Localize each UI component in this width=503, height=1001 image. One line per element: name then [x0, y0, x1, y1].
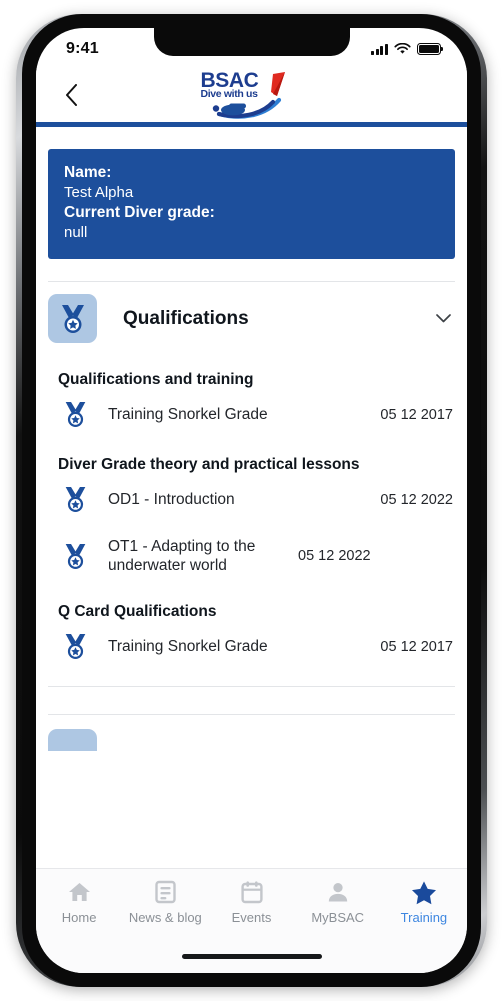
tab-events[interactable]: Events	[208, 879, 294, 925]
list-item-label: Training Snorkel Grade	[108, 406, 268, 423]
notch	[153, 28, 350, 56]
tab-label: Home	[61, 910, 97, 925]
chevron-down-icon	[435, 314, 451, 323]
name-value: Test Alpha	[64, 184, 134, 201]
calendar-icon	[240, 881, 263, 904]
group-title: Diver Grade theory and practical lessons	[58, 456, 360, 473]
list-item-label: OT1 - Adapting to the underwater world	[108, 538, 256, 574]
divider	[48, 714, 455, 715]
bsac-diver-swoosh-logo	[212, 72, 285, 119]
tab-training[interactable]: Training	[381, 879, 467, 925]
phone-mockup: 9:41 BSAC Dive with us Name: Test Alpha …	[0, 0, 503, 1001]
name-label: Name:	[64, 164, 112, 181]
wifi-icon	[394, 43, 411, 54]
logo-tagline: Dive with us	[200, 88, 258, 100]
home-icon	[68, 883, 90, 901]
back-chevron-icon	[65, 84, 77, 106]
tab-label: News & blog	[128, 910, 202, 925]
list-item-label: Training Snorkel Grade	[108, 638, 268, 655]
star-icon	[411, 880, 436, 904]
diver-grade-value: null	[64, 224, 88, 241]
list-item-date: 05 12 2017	[380, 406, 453, 423]
next-section-icon-tile	[48, 729, 97, 751]
battery-full-icon	[417, 43, 444, 55]
group-title: Qualifications and training	[58, 371, 254, 388]
back-button[interactable]	[54, 78, 88, 112]
tab-label: Events	[231, 910, 272, 925]
tab-label: MyBSAC	[311, 910, 365, 925]
tab-mybsac[interactable]: MyBSAC	[295, 879, 381, 925]
home-indicator	[181, 954, 322, 959]
cellular-signal-icon	[371, 43, 388, 55]
article-icon	[155, 880, 176, 904]
medal-icon	[65, 402, 85, 427]
group-title: Q Card Qualifications	[58, 603, 217, 620]
list-item-date: 05 12 2022	[298, 548, 371, 564]
divider	[48, 686, 455, 687]
list-item[interactable]: Training Snorkel Grade 05 12 2017	[36, 389, 467, 440]
medal-icon	[65, 487, 85, 512]
bsac-logo: BSAC Dive with us	[36, 70, 467, 122]
medal-icon-wrap	[58, 543, 92, 570]
diver-grade-label: Current Diver grade:	[64, 204, 215, 221]
medal-icon	[65, 634, 85, 659]
member-info-card: Name: Test Alpha Current Diver grade: nu…	[48, 149, 455, 259]
list-item-date: 05 12 2017	[380, 638, 453, 655]
medal-icon-wrap	[58, 401, 92, 428]
expand-toggle[interactable]	[433, 314, 453, 323]
section-title: Qualifications	[123, 307, 249, 329]
medal-icon-wrap	[58, 486, 92, 513]
list-item-label: OD1 - Introduction	[108, 491, 235, 508]
logo-wordmark: BSAC	[200, 69, 259, 92]
list-item[interactable]: Training Snorkel Grade 05 12 2017	[36, 621, 467, 672]
medal-icon	[65, 543, 85, 569]
list-item-date: 05 12 2022	[380, 491, 453, 508]
medal-icon-wrap	[58, 633, 92, 660]
medal-icon	[61, 304, 84, 333]
tab-label: Training	[400, 910, 448, 925]
tab-home[interactable]: Home	[36, 879, 122, 925]
list-item[interactable]: OD1 - Introduction 05 12 2022	[36, 474, 467, 525]
status-bar-clock: 9:41	[66, 40, 99, 57]
tab-news-blog[interactable]: News & blog	[122, 879, 208, 925]
qualifications-icon-tile	[48, 294, 97, 343]
qualifications-section-header[interactable]: Qualifications	[36, 282, 467, 355]
main-content: Name: Test Alpha Current Diver grade: nu…	[36, 127, 467, 897]
list-item[interactable]: OT1 - Adapting to the underwater world 0…	[36, 525, 467, 587]
person-icon	[328, 883, 347, 902]
app-header: BSAC Dive with us	[36, 68, 467, 122]
phone-screen: 9:41 BSAC Dive with us Name: Test Alpha …	[36, 28, 467, 973]
